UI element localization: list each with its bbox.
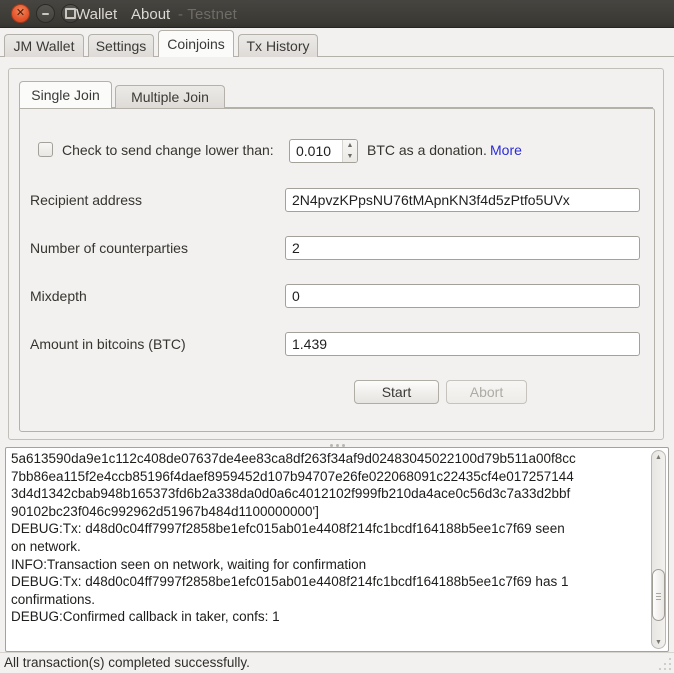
donation-row: Check to send change lower than: ▲ ▼ BTC…: [20, 139, 654, 163]
abort-button[interactable]: Abort: [446, 380, 527, 404]
amount-label: Amount in bitcoins (BTC): [30, 336, 186, 352]
counterparties-label: Number of counterparties: [30, 240, 188, 256]
tab-settings[interactable]: Settings: [88, 34, 154, 57]
single-join-pane: Check to send change lower than: ▲ ▼ BTC…: [19, 108, 655, 432]
log-box: 5a613590da9e1c112c408de07637de4ee83ca8df…: [5, 447, 669, 652]
status-message: All transaction(s) completed successfull…: [4, 655, 250, 670]
tab-single-join[interactable]: Single Join: [19, 81, 112, 108]
log-output[interactable]: 5a613590da9e1c112c408de07637de4ee83ca8df…: [6, 448, 648, 651]
scroll-down-icon[interactable]: ▼: [652, 639, 665, 646]
recipient-address-row: Recipient address: [20, 188, 654, 212]
log-scrollbar[interactable]: ▲ ▼: [651, 450, 666, 649]
titlebar: ✕ - Testnet Wallet About: [0, 0, 674, 28]
donation-more-link[interactable]: More: [490, 142, 522, 158]
main-tabbar: JM Wallet Settings Coinjoins Tx History: [0, 29, 674, 57]
donation-amount-input[interactable]: [290, 140, 342, 162]
app-window: ✕ - Testnet Wallet About JM Wallet Setti…: [0, 0, 674, 673]
coinjoin-frame: Single Join Multiple Join Check to send …: [8, 68, 664, 440]
counterparties-input[interactable]: [285, 236, 640, 260]
resize-grip[interactable]: [659, 658, 671, 670]
sub-tabbar: Single Join Multiple Join: [19, 80, 653, 108]
amount-input[interactable]: [285, 332, 640, 356]
tab-coinjoins[interactable]: Coinjoins: [158, 30, 234, 57]
minimize-icon[interactable]: [36, 4, 55, 23]
start-button[interactable]: Start: [354, 380, 439, 404]
scrollbar-grip: [656, 591, 661, 602]
mixdepth-row: Mixdepth: [20, 284, 654, 308]
recipient-address-input[interactable]: [285, 188, 640, 212]
close-icon[interactable]: ✕: [11, 4, 30, 23]
window-title: - Testnet: [178, 0, 237, 28]
donation-label: Check to send change lower than:: [62, 142, 274, 158]
menubar-item-wallet[interactable]: Wallet: [76, 0, 117, 28]
spin-down-icon[interactable]: ▼: [343, 151, 357, 162]
menubar-item-about[interactable]: About: [131, 0, 170, 28]
tab-tx-history[interactable]: Tx History: [238, 34, 318, 57]
spin-buttons: ▲ ▼: [342, 140, 357, 162]
mixdepth-label: Mixdepth: [30, 288, 87, 304]
tab-jm-wallet[interactable]: JM Wallet: [4, 34, 84, 57]
mixdepth-input[interactable]: [285, 284, 640, 308]
counterparties-row: Number of counterparties: [20, 236, 654, 260]
amount-row: Amount in bitcoins (BTC): [20, 332, 654, 356]
tab-multiple-join[interactable]: Multiple Join: [115, 85, 225, 108]
donation-checkbox[interactable]: [38, 142, 53, 157]
statusbar: All transaction(s) completed successfull…: [0, 652, 674, 673]
scrollbar-thumb[interactable]: [652, 569, 665, 621]
donation-amount-spinbox: ▲ ▼: [289, 139, 358, 163]
recipient-address-label: Recipient address: [30, 192, 142, 208]
scroll-up-icon[interactable]: ▲: [652, 454, 665, 461]
spin-up-icon[interactable]: ▲: [343, 140, 357, 151]
coinjoins-page: Single Join Multiple Join Check to send …: [0, 57, 674, 652]
donation-suffix-label: BTC as a donation.: [367, 142, 487, 158]
